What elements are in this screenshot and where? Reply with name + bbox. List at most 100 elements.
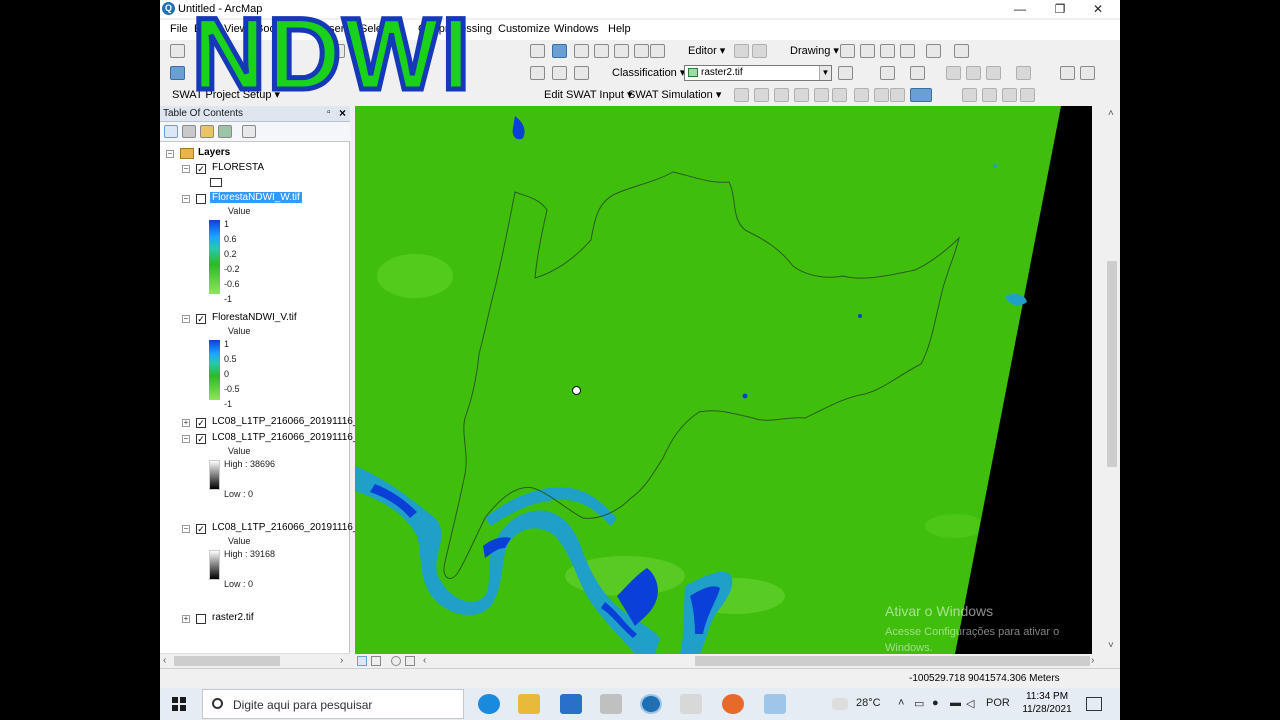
scroll-thumb[interactable] xyxy=(695,656,1090,666)
layer-visibility-checkbox[interactable]: ✓ xyxy=(196,164,206,174)
maximize-button[interactable]: ❐ xyxy=(1042,1,1078,17)
menu-help[interactable]: Help xyxy=(608,23,631,35)
scroll-thumb[interactable] xyxy=(174,656,280,666)
swat-tool-7-icon[interactable] xyxy=(854,88,869,102)
weather-icon[interactable] xyxy=(832,698,848,710)
swat-tool-2-icon[interactable] xyxy=(754,88,769,102)
close-button[interactable]: ✕ xyxy=(1080,1,1116,17)
swat-tool-4-icon[interactable] xyxy=(794,88,809,102)
text-icon[interactable] xyxy=(926,44,941,58)
pause-drawing-icon[interactable] xyxy=(405,656,415,666)
microphone-icon[interactable]: ● xyxy=(932,697,939,709)
grayscale-ramp[interactable] xyxy=(209,550,220,580)
ndwi-color-ramp[interactable] xyxy=(209,220,220,294)
taskbar-search-input[interactable]: Digite aqui para pesquisar xyxy=(202,689,464,719)
swat-simulation-menu[interactable]: SWAT Simulation ▾ xyxy=(628,88,721,101)
edit-swat-input-menu[interactable]: Edit SWAT Input ▾ xyxy=(544,88,632,101)
raster-layer-combo[interactable]: raster2.tif ▼ xyxy=(684,65,832,81)
scroll-right-icon[interactable]: › xyxy=(1091,655,1094,666)
collapse-icon[interactable]: − xyxy=(182,315,190,323)
collapse-icon[interactable]: − xyxy=(182,435,190,443)
list-by-selection-icon[interactable] xyxy=(218,125,232,138)
minimize-button[interactable]: — xyxy=(1002,1,1038,17)
list-by-source-icon[interactable] xyxy=(182,125,196,138)
select-features-icon[interactable] xyxy=(530,44,545,58)
list-by-drawing-order-icon[interactable] xyxy=(164,125,178,138)
arcmap-taskbar-icon[interactable] xyxy=(640,694,662,714)
redo-icon[interactable] xyxy=(1080,66,1095,80)
swat-tool-12-icon[interactable] xyxy=(982,88,997,102)
time-slider-icon[interactable] xyxy=(574,66,589,80)
swat-tool-6-icon[interactable] xyxy=(832,88,847,102)
flag-icon[interactable] xyxy=(910,66,925,80)
battery-icon[interactable]: ▬ xyxy=(950,697,961,709)
zoom-whole-page-icon[interactable] xyxy=(880,44,895,58)
scroll-up-icon[interactable]: ˄ xyxy=(1108,108,1114,119)
search-window-icon[interactable] xyxy=(614,44,629,58)
python-window-icon[interactable] xyxy=(594,44,609,58)
find-route-icon[interactable] xyxy=(552,66,567,80)
classification-menu[interactable]: Classification ▾ xyxy=(612,66,685,79)
scroll-left-icon[interactable]: ‹ xyxy=(423,655,426,666)
collapse-icon[interactable]: − xyxy=(182,525,190,533)
swat-tool-3-icon[interactable] xyxy=(774,88,789,102)
menu-customize[interactable]: Customize xyxy=(498,23,550,35)
map-vertical-scrollbar[interactable]: ˄ ˅ xyxy=(1105,106,1119,654)
list-by-visibility-icon[interactable] xyxy=(200,125,214,138)
measure-icon[interactable] xyxy=(530,66,545,80)
table-window-icon[interactable] xyxy=(552,44,567,58)
zoom-in-icon[interactable] xyxy=(170,66,185,80)
system-clock[interactable]: 11:34 PM 11/28/2021 xyxy=(1022,690,1072,716)
file-explorer-icon[interactable] xyxy=(518,694,540,714)
windows-start-icon[interactable] xyxy=(172,697,186,711)
scroll-left-icon[interactable]: ‹ xyxy=(163,655,166,666)
firefox-icon[interactable] xyxy=(722,694,744,714)
map-display[interactable] xyxy=(355,106,1092,654)
menu-windows[interactable]: Windows xyxy=(554,23,599,35)
layer-visibility-checkbox[interactable] xyxy=(196,194,206,204)
modelbuilder-icon[interactable] xyxy=(650,44,665,58)
grayscale-ramp[interactable] xyxy=(209,460,220,490)
collapse-icon[interactable]: − xyxy=(166,150,174,158)
swat-icon[interactable] xyxy=(680,694,702,714)
layer-visibility-checkbox[interactable]: ✓ xyxy=(196,524,206,534)
rectangle-icon[interactable] xyxy=(900,44,915,58)
edit-vertices-icon[interactable] xyxy=(752,44,767,58)
polygon-symbol[interactable] xyxy=(210,178,222,187)
scroll-down-icon[interactable]: ˅ xyxy=(1108,640,1114,651)
draw-polygon-icon[interactable] xyxy=(880,66,895,80)
collapse-icon[interactable]: − xyxy=(182,165,190,173)
select-elements-icon[interactable] xyxy=(840,44,855,58)
network-icon[interactable]: ▭ xyxy=(914,697,924,710)
edge-icon[interactable] xyxy=(478,694,500,714)
swat-tool-14-icon[interactable] xyxy=(1020,88,1035,102)
data-view-icon[interactable] xyxy=(357,656,367,666)
new-document-icon[interactable] xyxy=(170,44,185,58)
swat-tool-11-icon[interactable] xyxy=(962,88,977,102)
temperature[interactable]: 28°C xyxy=(856,697,881,709)
ndwi-raster-map[interactable] xyxy=(355,106,1092,654)
language-indicator[interactable]: POR xyxy=(986,697,1010,709)
drawing-menu[interactable]: Drawing ▾ xyxy=(790,44,839,57)
straight-segment-icon[interactable] xyxy=(966,66,981,80)
layer-visibility-checkbox[interactable]: ✓ xyxy=(196,434,206,444)
menu-file[interactable]: File xyxy=(170,23,188,35)
edit-tool-icon[interactable] xyxy=(734,44,749,58)
scroll-thumb[interactable] xyxy=(1107,261,1117,467)
georef-icon[interactable] xyxy=(1060,66,1075,80)
expand-icon[interactable]: + xyxy=(182,419,190,427)
edit-polygon-icon[interactable] xyxy=(954,44,969,58)
app-icon[interactable] xyxy=(764,694,786,714)
trace-icon[interactable] xyxy=(986,66,1001,80)
mail-icon[interactable] xyxy=(560,694,582,714)
edit-sketch-icon[interactable] xyxy=(946,66,961,80)
rotate-icon[interactable] xyxy=(860,44,875,58)
collapse-icon[interactable]: − xyxy=(182,195,190,203)
topology-icon[interactable] xyxy=(1016,66,1031,80)
toc-horizontal-scrollbar[interactable]: ‹ › xyxy=(160,653,350,668)
layer-visibility-checkbox[interactable] xyxy=(196,614,206,624)
editor-menu[interactable]: Editor ▾ xyxy=(688,44,725,57)
catalog-window-icon[interactable] xyxy=(634,44,649,58)
swat-tool-1-icon[interactable] xyxy=(734,88,749,102)
training-sample-manager-icon[interactable] xyxy=(838,66,853,80)
